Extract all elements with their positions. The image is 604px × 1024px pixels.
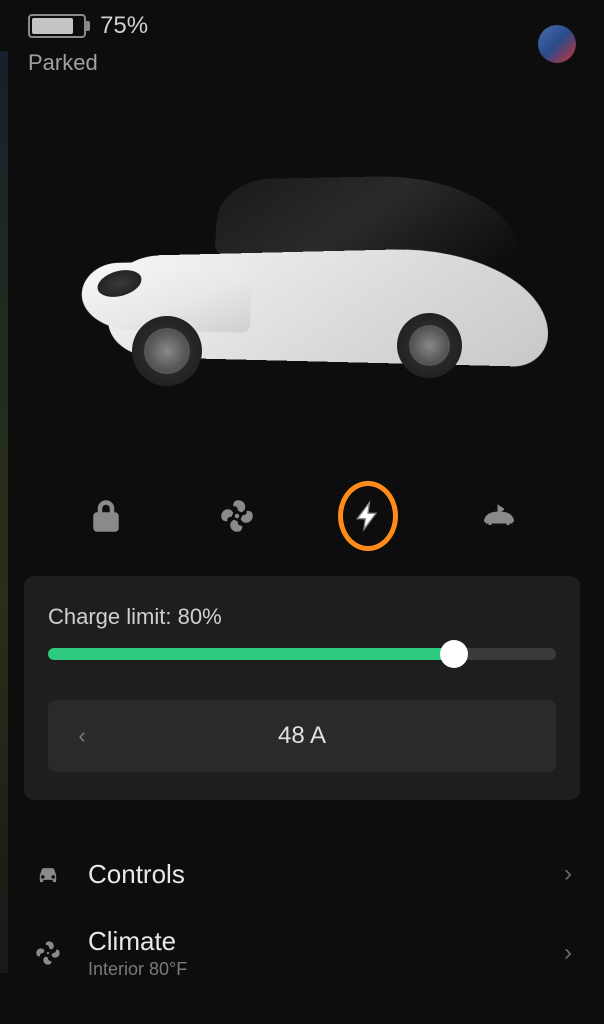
vehicle-state-label: Parked xyxy=(28,50,148,76)
charge-limit-slider[interactable] xyxy=(48,648,556,660)
battery-percent-label: 75% xyxy=(100,12,148,40)
vehicle-image-container xyxy=(0,86,604,466)
charge-button[interactable] xyxy=(338,486,398,546)
controls-label: Controls xyxy=(88,859,540,890)
fan-icon xyxy=(219,498,255,534)
lock-icon xyxy=(88,498,124,534)
amperage-value: 48 A xyxy=(278,722,326,750)
slider-fill xyxy=(48,648,454,660)
frunk-icon xyxy=(481,498,517,534)
chevron-right-icon: › xyxy=(564,860,572,888)
menu-list: Controls › Climate Interior 80°F › xyxy=(0,840,604,998)
battery-status-section: 75% Parked xyxy=(28,12,148,76)
controls-menu-item[interactable]: Controls › xyxy=(24,840,580,908)
profile-avatar[interactable] xyxy=(538,25,576,63)
charge-limit-label: Charge limit: 80% xyxy=(48,604,556,630)
climate-text: Climate Interior 80°F xyxy=(88,926,540,980)
amperage-decrease-button[interactable]: ‹ xyxy=(72,723,92,749)
battery-row: 75% xyxy=(28,12,148,40)
battery-fill xyxy=(32,18,73,34)
chevron-right-icon: › xyxy=(564,939,572,967)
bolt-icon xyxy=(352,500,384,532)
climate-menu-item[interactable]: Climate Interior 80°F › xyxy=(24,908,580,998)
frunk-button[interactable] xyxy=(469,486,529,546)
charge-highlight-ring xyxy=(338,481,398,551)
battery-icon xyxy=(28,14,86,38)
climate-label: Climate xyxy=(88,926,540,957)
quick-actions-row xyxy=(0,466,604,576)
charge-settings-panel: Charge limit: 80% ‹ 48 A › xyxy=(24,576,580,800)
climate-sublabel: Interior 80°F xyxy=(88,959,540,980)
amperage-selector: ‹ 48 A › xyxy=(48,700,556,772)
controls-text: Controls xyxy=(88,859,540,890)
fan-small-icon xyxy=(32,937,64,969)
car-icon xyxy=(32,858,64,890)
lock-button[interactable] xyxy=(76,486,136,546)
status-bar: 75% Parked xyxy=(0,0,604,76)
slider-thumb[interactable] xyxy=(440,640,468,668)
screen-edge-decoration xyxy=(0,51,8,973)
climate-fan-button[interactable] xyxy=(207,486,267,546)
vehicle-render xyxy=(62,136,542,416)
